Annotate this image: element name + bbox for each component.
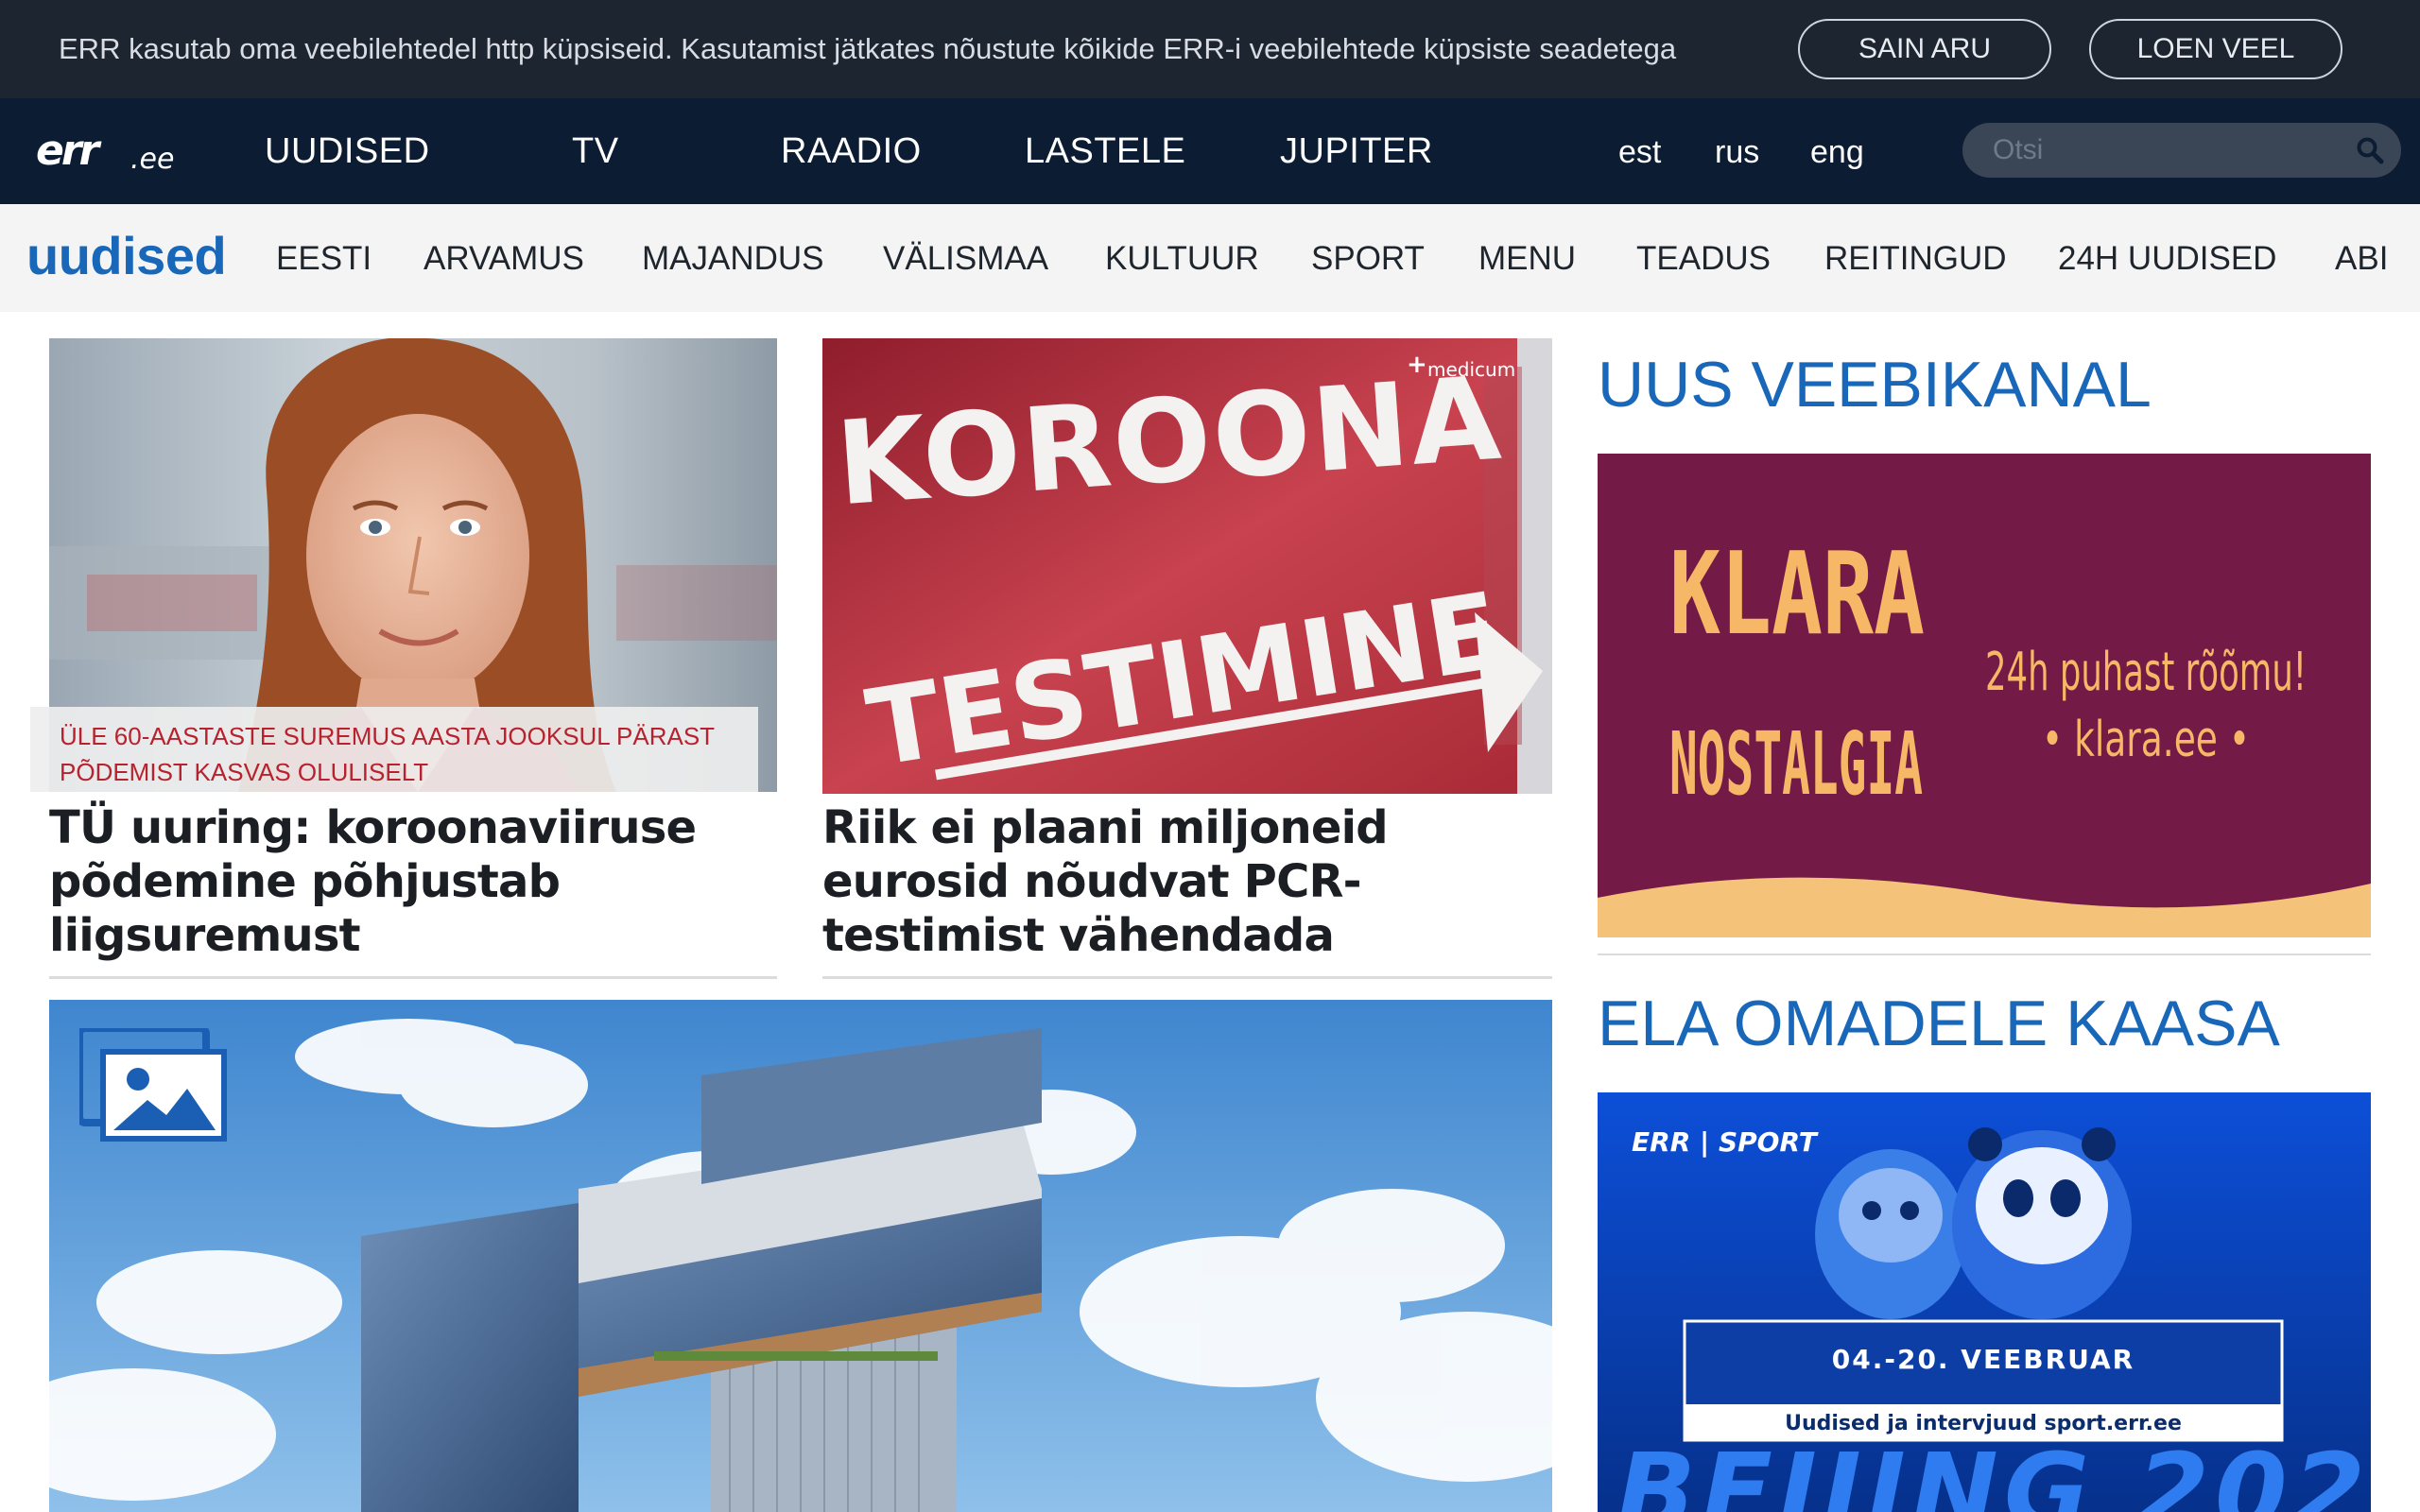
- article-2-headline[interactable]: Riik ei plaani miljoneid eurosid nõudvat…: [822, 801, 1552, 963]
- section-item-reitingud[interactable]: REITINGUD: [1824, 240, 2007, 278]
- section-brand[interactable]: uudised: [26, 225, 227, 286]
- nav-item-tv[interactable]: TV: [572, 131, 619, 172]
- cookie-text: ERR kasutab oma veebilehtedel http küpsi…: [59, 32, 1677, 65]
- section-item-teadus[interactable]: TEADUS: [1636, 240, 1771, 278]
- medicum-logo: medicum: [1427, 358, 1515, 381]
- section-item-valismaa[interactable]: VÄLISMAA: [883, 240, 1048, 278]
- nav-item-lastele[interactable]: LASTELE: [1025, 131, 1185, 172]
- sidebar-title-2: ELA OMADELE KAASA: [1598, 988, 2280, 1059]
- sport-banner[interactable]: ERR | SPORT 04.-20. VEEBRUAR Uudised ja …: [1598, 1092, 2371, 1512]
- gallery-icon: [76, 1024, 231, 1150]
- err-logo[interactable]: err .ee: [36, 127, 187, 176]
- sport-banner-art: ERR | SPORT 04.-20. VEEBRUAR Uudised ja …: [1598, 1092, 2371, 1512]
- klara-title: KLARA: [1669, 529, 1925, 661]
- cookie-more-button[interactable]: LOEN VEEL: [2089, 19, 2342, 79]
- klara-banner[interactable]: KLARA NOSTALGIA 24h puhast rõõmu! • klar…: [1598, 454, 2371, 937]
- klara-banner-art: KLARA NOSTALGIA 24h puhast rõõmu! • klar…: [1598, 454, 2371, 937]
- klara-url: • klara.ee •: [2042, 712, 2250, 768]
- article-2-divider: [822, 976, 1552, 979]
- nav-item-jupiter[interactable]: JUPITER: [1280, 131, 1433, 172]
- svg-text:.ee: .ee: [130, 143, 174, 176]
- sidebar-title-1: UUS VEEBIKANAL: [1598, 349, 2152, 421]
- section-item-abi[interactable]: ABI: [2335, 240, 2388, 278]
- building-photo: [49, 1000, 1552, 1512]
- section-item-menu[interactable]: MENU: [1478, 240, 1576, 278]
- section-nav: uudised EESTI ARVAMUS MAJANDUS VÄLISMAA …: [0, 204, 2420, 312]
- cookie-bar: ERR kasutab oma veebilehtedel http küpsi…: [0, 0, 2420, 98]
- svg-text:+: +: [1407, 351, 1427, 379]
- nav-item-uudised[interactable]: UUDISED: [265, 131, 430, 172]
- sidebar-divider: [1598, 954, 2371, 955]
- klara-subtitle: NOSTALGIA: [1669, 713, 1923, 815]
- klara-slogan: 24h puhast rõõmu!: [1985, 642, 2307, 703]
- svg-text:err: err: [36, 127, 102, 175]
- sport-logo: ERR | SPORT: [1632, 1126, 1819, 1158]
- err-logo-mark: err .ee: [36, 127, 174, 176]
- lang-est[interactable]: est: [1618, 134, 1661, 171]
- lang-eng[interactable]: eng: [1810, 134, 1864, 171]
- section-item-kultuur[interactable]: KULTUUR: [1105, 240, 1259, 278]
- article-3-image[interactable]: [49, 1000, 1552, 1512]
- article-2-image[interactable]: KOROONA TESTIMINE medicum +: [822, 338, 1552, 794]
- section-item-arvamus[interactable]: ARVAMUS: [424, 240, 584, 278]
- article-1-kicker: ÜLE 60-AASTASTE SUREMUS AASTA JOOKSUL PÄ…: [30, 707, 758, 792]
- section-item-majandus[interactable]: MAJANDUS: [642, 240, 824, 278]
- top-nav: err .ee UUDISED TV RAADIO LASTELE JUPITE…: [0, 98, 2420, 204]
- lang-rus[interactable]: rus: [1715, 134, 1759, 171]
- cookie-accept-button[interactable]: SAIN ARU: [1798, 19, 2051, 79]
- search-box: [1962, 123, 2401, 178]
- section-item-24h-uudised[interactable]: 24H UUDISED: [2058, 240, 2276, 278]
- testing-sign-photo: KOROONA TESTIMINE medicum +: [822, 338, 1552, 794]
- article-1-kicker-text: ÜLE 60-AASTASTE SUREMUS AASTA JOOKSUL PÄ…: [60, 722, 715, 786]
- article-1-divider: [49, 976, 777, 979]
- nav-item-raadio[interactable]: RAADIO: [781, 131, 922, 172]
- section-item-sport[interactable]: SPORT: [1311, 240, 1425, 278]
- search-input[interactable]: [1962, 123, 2401, 178]
- sport-dates: 04.-20. VEEBRUAR: [1832, 1344, 2135, 1375]
- search-icon[interactable]: [2356, 136, 2384, 164]
- article-1-headline[interactable]: TÜ uuring: koroonaviiruse põdemine põhju…: [49, 801, 786, 963]
- section-item-eesti[interactable]: EESTI: [276, 240, 372, 278]
- sport-city: BEIJING 2022: [1616, 1431, 2371, 1512]
